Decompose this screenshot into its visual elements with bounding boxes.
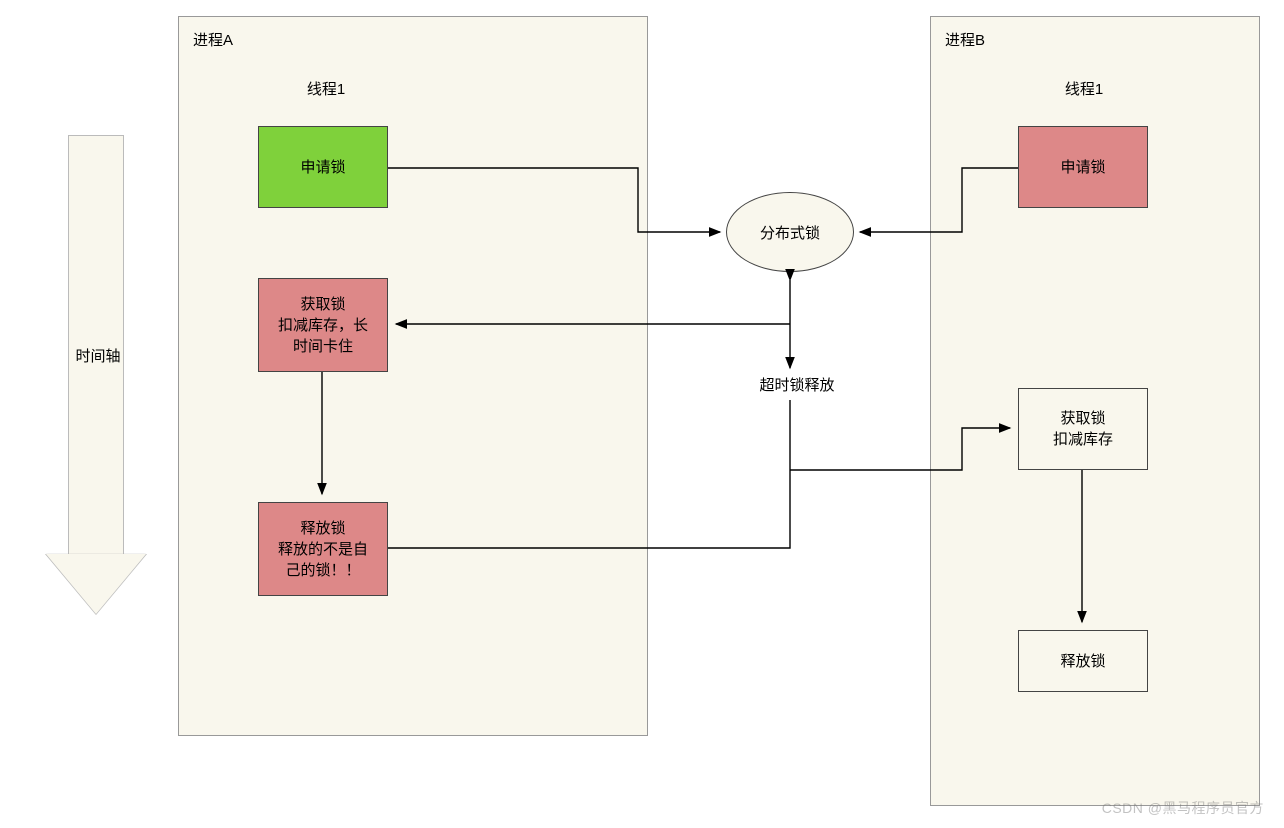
process-a-step1-text: 申请锁 — [300, 157, 345, 178]
timeout-release-label: 超时锁释放 — [752, 374, 842, 395]
process-b-step3: 释放锁 — [1018, 630, 1148, 692]
process-a-step3-text: 释放锁 释放的不是自 己的锁！！ — [278, 518, 368, 581]
process-a-step3: 释放锁 释放的不是自 己的锁！！ — [258, 502, 388, 596]
process-b-step1-text: 申请锁 — [1060, 157, 1105, 178]
distributed-lock-text: 分布式锁 — [760, 222, 820, 243]
distributed-lock-node: 分布式锁 — [726, 192, 854, 272]
process-a-step1: 申请锁 — [258, 126, 388, 208]
process-a-thread-label: 线程1 — [292, 78, 360, 99]
watermark: CSDN @黑马程序员官方 — [1102, 798, 1264, 818]
time-axis-label: 时间轴 — [64, 345, 132, 366]
process-a-title: 进程A — [193, 29, 233, 50]
process-b-step2-text: 获取锁 扣减库存 — [1053, 408, 1113, 450]
process-a-step2-text: 获取锁 扣减库存，长 时间卡住 — [278, 294, 368, 357]
process-a-step2: 获取锁 扣减库存，长 时间卡住 — [258, 278, 388, 372]
process-b-step1: 申请锁 — [1018, 126, 1148, 208]
process-b-step2: 获取锁 扣减库存 — [1018, 388, 1148, 470]
process-b-thread-label: 线程1 — [1050, 78, 1118, 99]
process-b-step3-text: 释放锁 — [1060, 651, 1105, 672]
process-b-title: 进程B — [945, 29, 985, 50]
process-a-container: 进程A — [178, 16, 648, 736]
